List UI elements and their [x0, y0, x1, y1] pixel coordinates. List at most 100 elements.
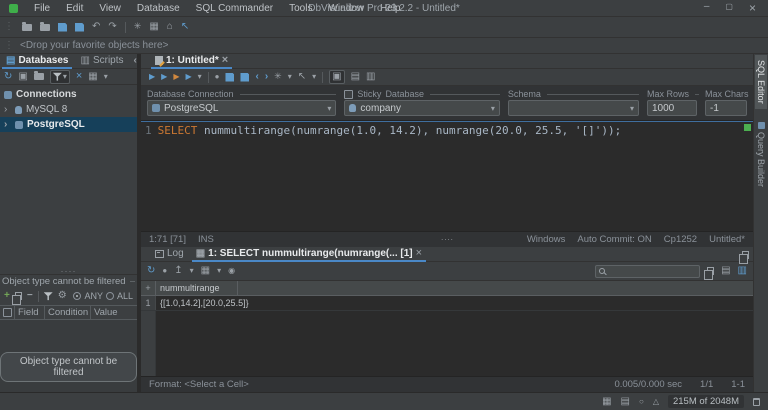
dock-tab-sql-editor[interactable]: SQL Editor: [755, 55, 767, 109]
pointer-tool-icon[interactable]: [181, 22, 189, 32]
collapse-all-icon[interactable]: [76, 71, 82, 82]
sticky-checkbox[interactable]: [344, 89, 354, 99]
expander-icon[interactable]: ›: [4, 119, 11, 130]
home-icon[interactable]: [167, 22, 173, 32]
execute-explain-icon[interactable]: [185, 72, 191, 82]
warnings-icon[interactable]: [653, 397, 659, 407]
sql-history-icon[interactable]: [274, 72, 282, 82]
grid-view-icon[interactable]: [201, 266, 210, 276]
filter-disabled-button[interactable]: Object type cannot be filtered: [0, 352, 137, 382]
menu-edit[interactable]: Edit: [58, 3, 91, 14]
export-icon[interactable]: [174, 266, 182, 276]
new-folder-icon[interactable]: [33, 71, 44, 80]
line-ending[interactable]: Windows: [527, 234, 566, 245]
garbage-collect-icon[interactable]: [753, 397, 760, 406]
connection-select[interactable]: PostgreSQL: [147, 100, 337, 116]
expander-icon[interactable]: ›: [4, 104, 11, 115]
history-chevron-icon[interactable]: [288, 72, 292, 82]
add-filter-icon[interactable]: [4, 291, 10, 301]
minimize-icon[interactable]: [704, 1, 710, 15]
filter-toggle-button[interactable]: [49, 69, 70, 84]
redo-icon[interactable]: [108, 22, 116, 32]
save-icon[interactable]: [58, 22, 67, 32]
column-field[interactable]: Field: [15, 306, 45, 319]
record-icon[interactable]: [162, 266, 167, 276]
save-script-as-icon[interactable]: [240, 72, 250, 82]
search-input[interactable]: [608, 266, 697, 276]
toolbar-drag-handle[interactable]: [4, 22, 14, 32]
column-header-nummultirange[interactable]: nummultirange: [156, 281, 238, 295]
show-log-icon[interactable]: [351, 72, 360, 82]
show-grid-icon[interactable]: [366, 72, 375, 82]
menu-database[interactable]: Database: [129, 3, 188, 14]
column-value[interactable]: Value: [91, 306, 137, 319]
monitor-icon[interactable]: [149, 22, 158, 32]
tab-result-set[interactable]: 1: SELECT nummultirange(numrange(... [1]: [190, 248, 428, 262]
checkbox[interactable]: [3, 308, 12, 317]
menu-file[interactable]: File: [26, 3, 58, 14]
radio-all[interactable]: [105, 292, 114, 300]
remove-filter-icon[interactable]: [27, 291, 33, 301]
execute-icon[interactable]: [149, 72, 155, 82]
menu-sql-commander[interactable]: SQL Commander: [188, 3, 281, 14]
row-number[interactable]: 1: [141, 296, 156, 310]
format-chevron-icon[interactable]: [312, 72, 316, 82]
history-forward-icon[interactable]: [265, 72, 268, 82]
save-all-icon[interactable]: [75, 22, 84, 32]
autocommit-status[interactable]: Auto Commit: ON: [577, 234, 651, 245]
tree-item-mysql[interactable]: › MySQL 8: [0, 102, 137, 117]
save-script-icon[interactable]: [225, 72, 235, 82]
schema-select[interactable]: [507, 100, 639, 116]
dock-tab-query-builder[interactable]: Query Builder: [755, 117, 767, 192]
connection-status-icon[interactable]: [639, 397, 644, 407]
row-view-icon[interactable]: [721, 266, 730, 276]
rerun-icon[interactable]: [147, 266, 155, 276]
layout-icon[interactable]: [88, 72, 97, 82]
cell-format[interactable]: Format: <Select a Cell>: [149, 379, 249, 390]
execute-current-icon[interactable]: [173, 72, 179, 82]
column-condition[interactable]: Condition: [45, 306, 91, 319]
execute-buffer-icon[interactable]: [161, 72, 167, 82]
grid-row[interactable]: 1 {[1.0,14.2],[20.0,25.5]}: [141, 296, 753, 311]
pin-results-icon[interactable]: [228, 266, 235, 276]
stop-icon[interactable]: [215, 72, 220, 82]
export-chevron-icon[interactable]: [190, 266, 194, 276]
layout-chevron-icon[interactable]: [104, 72, 108, 82]
close-tab-icon[interactable]: [416, 248, 422, 259]
open-recent-icon[interactable]: [40, 21, 50, 31]
max-rows-input[interactable]: 1000: [646, 100, 697, 116]
favorites-drag-handle[interactable]: [4, 41, 14, 51]
apply-filter-icon[interactable]: [43, 292, 53, 301]
max-chars-input[interactable]: -1: [704, 100, 747, 116]
new-connection-icon[interactable]: [18, 72, 27, 82]
tab-scripts[interactable]: Scripts: [74, 55, 129, 68]
copy-cells-icon[interactable]: [704, 267, 715, 280]
favorites-icon[interactable]: [134, 22, 142, 32]
tab-untitled[interactable]: 1: Untitled*: [149, 55, 234, 69]
radio-any[interactable]: [73, 292, 82, 300]
memory-indicator[interactable]: 215M of 2048M: [667, 395, 744, 408]
menu-window[interactable]: Window: [320, 3, 372, 14]
menu-tools[interactable]: Tools: [281, 3, 320, 14]
tab-log[interactable]: Log: [149, 248, 190, 261]
format-sql-icon[interactable]: [298, 72, 306, 82]
cell-value[interactable]: {[1.0,14.2],[20.0,25.5]}: [156, 296, 253, 310]
duplicate-filter-icon[interactable]: [11, 292, 22, 305]
column-view-icon[interactable]: [738, 266, 747, 276]
history-back-icon[interactable]: [255, 72, 258, 82]
log-status-icon[interactable]: [621, 397, 630, 407]
menu-help[interactable]: Help: [372, 3, 409, 14]
detach-results-icon[interactable]: [739, 251, 749, 264]
grid-status-icon[interactable]: [602, 397, 611, 407]
tabs-back-icon[interactable]: [134, 56, 137, 66]
menu-view[interactable]: View: [91, 3, 129, 14]
encoding[interactable]: Cp1252: [664, 234, 697, 245]
tab-databases[interactable]: Databases: [0, 55, 74, 69]
open-file-icon[interactable]: [22, 21, 32, 31]
grid-corner-cell[interactable]: +: [141, 281, 156, 295]
toggle-editor-option-button[interactable]: [329, 70, 345, 84]
maximize-icon[interactable]: [725, 1, 733, 15]
filter-settings-icon[interactable]: [58, 291, 67, 301]
sidebar-splitter[interactable]: ····: [0, 266, 137, 276]
refresh-icon[interactable]: [4, 72, 12, 82]
